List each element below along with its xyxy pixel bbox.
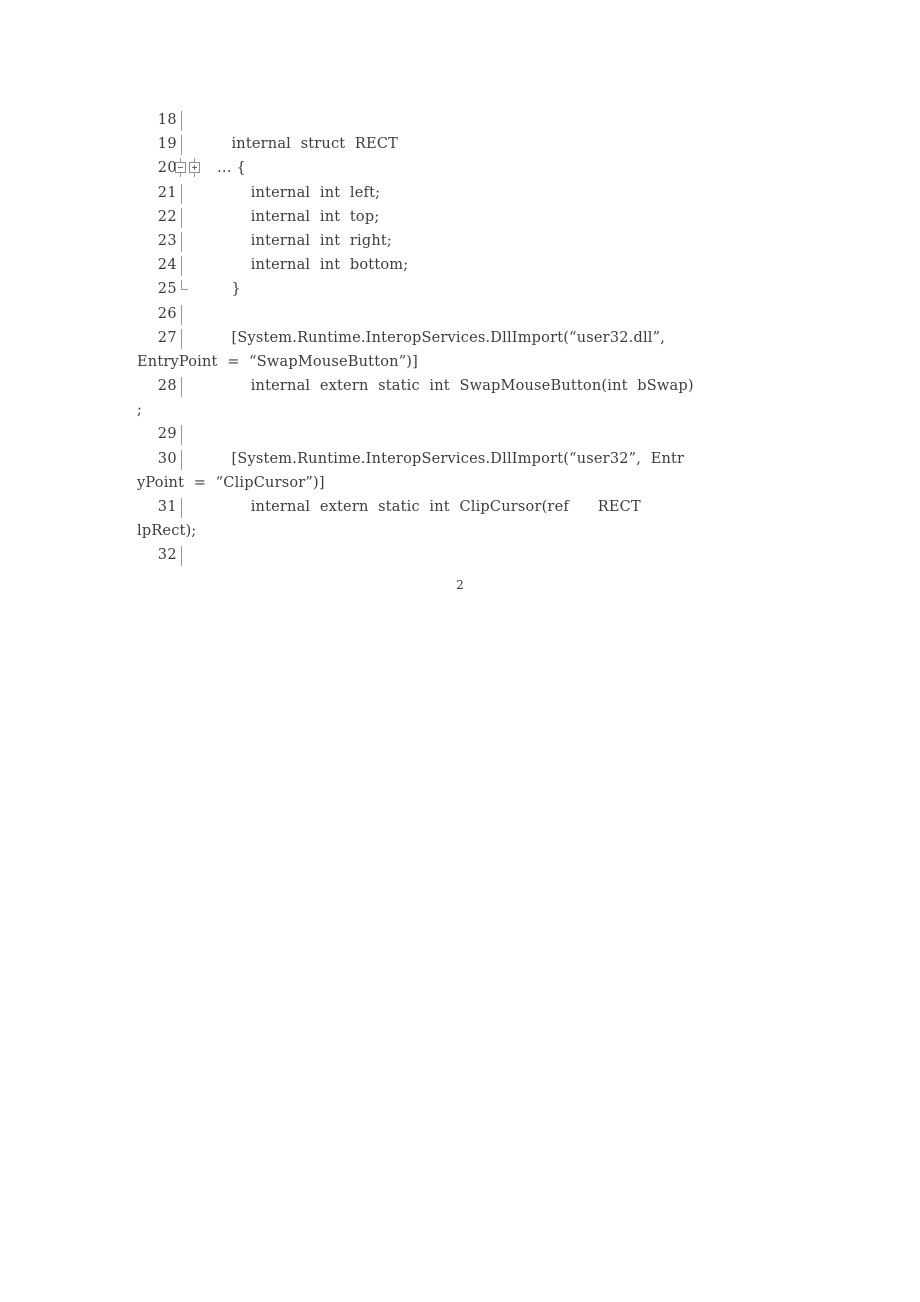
- code-line-text: [System.Runtime.InteropServices.DllImpor…: [193, 450, 685, 467]
- fold-bar-icon: [181, 498, 182, 518]
- line-number: 19: [157, 136, 177, 153]
- fold-end-icon: [181, 280, 188, 291]
- code-line-row: 25 }: [137, 277, 785, 301]
- code-line-wrapped-continuation: lpRect);: [137, 523, 197, 540]
- fold-connector-line: [180, 173, 181, 178]
- code-line-text: internal int right;: [193, 232, 392, 249]
- line-number: 18: [157, 112, 177, 128]
- code-line-row: 29: [137, 422, 785, 446]
- code-line-row: 28 internal extern static int SwapMouseB…: [137, 374, 785, 398]
- fold-bar-icon: [181, 328, 182, 349]
- code-line-row: 20 … {: [137, 156, 785, 180]
- minus-stroke: [178, 167, 183, 169]
- document-page: 18 19 internal struct RECT 20 … {21 int…: [0, 0, 920, 1302]
- line-number: 29: [157, 426, 177, 443]
- fold-bar-icon: [181, 304, 182, 325]
- code-listing: 18 19 internal struct RECT 20 … {21 int…: [137, 108, 785, 568]
- code-line-row: 21 internal int left;: [137, 181, 785, 205]
- line-number: 23: [157, 232, 177, 249]
- fold-bar-icon: [181, 231, 182, 252]
- line-number: 27: [157, 329, 177, 346]
- line-number: 32: [157, 547, 177, 564]
- code-line-row: 30 [System.Runtime.InteropServices.DllIm…: [137, 447, 785, 471]
- line-number: 30: [157, 450, 177, 467]
- code-line-text: internal int top;: [193, 208, 380, 225]
- code-line-row: 22 internal int top;: [137, 205, 785, 229]
- code-line-text: internal int bottom;: [193, 257, 409, 274]
- line-number: 25: [157, 281, 177, 298]
- code-line-text: [System.Runtime.InteropServices.DllImpor…: [193, 329, 666, 346]
- fold-bar-icon: [181, 546, 182, 567]
- fold-bar-icon: [181, 111, 182, 131]
- fold-bar-icon: [181, 377, 182, 398]
- code-line-row: 19 internal struct RECT: [137, 132, 785, 156]
- code-line-row: 24 internal int bottom;: [137, 253, 785, 277]
- collapse-minus-icon[interactable]: [175, 162, 186, 174]
- line-number: 21: [157, 184, 177, 201]
- code-line-wrapped-continuation: ;: [137, 402, 143, 419]
- code-line-row: 18: [137, 108, 785, 132]
- code-line-text: … {: [193, 160, 246, 177]
- code-line-text: internal extern static int SwapMouseButt…: [193, 378, 694, 395]
- line-number: 20: [157, 160, 177, 177]
- line-number: 24: [157, 257, 177, 274]
- code-line-row: 31 internal extern static int ClipCursor…: [137, 495, 785, 519]
- code-line-text: internal int left;: [193, 184, 381, 201]
- fold-bar-icon: [181, 449, 182, 470]
- code-line-wrapped-continuation: yPoint = “ClipCursor”)]: [137, 474, 325, 491]
- line-number: 31: [157, 499, 177, 515]
- line-number: 22: [157, 208, 177, 225]
- code-line-text: internal extern static int ClipCursor(re…: [193, 499, 641, 515]
- line-number: 28: [157, 378, 177, 395]
- fold-bar-icon: [181, 425, 182, 446]
- fold-bar-icon: [181, 183, 182, 204]
- line-number: 26: [157, 305, 177, 322]
- code-line-row: 32: [137, 543, 785, 567]
- fold-bar-icon: [181, 256, 182, 277]
- code-line-row: 27 [System.Runtime.InteropServices.DllIm…: [137, 326, 785, 350]
- code-line-row: 26: [137, 302, 785, 326]
- code-line-wrapped-continuation: EntryPoint = “SwapMouseButton”)]: [137, 353, 419, 370]
- code-line-text: internal struct RECT: [193, 136, 398, 153]
- page-number: 2: [456, 578, 464, 592]
- fold-bar-icon: [181, 207, 182, 228]
- code-line-text: }: [193, 281, 241, 298]
- code-line-row: 23 internal int right;: [137, 229, 785, 253]
- fold-bar-icon: [181, 135, 182, 156]
